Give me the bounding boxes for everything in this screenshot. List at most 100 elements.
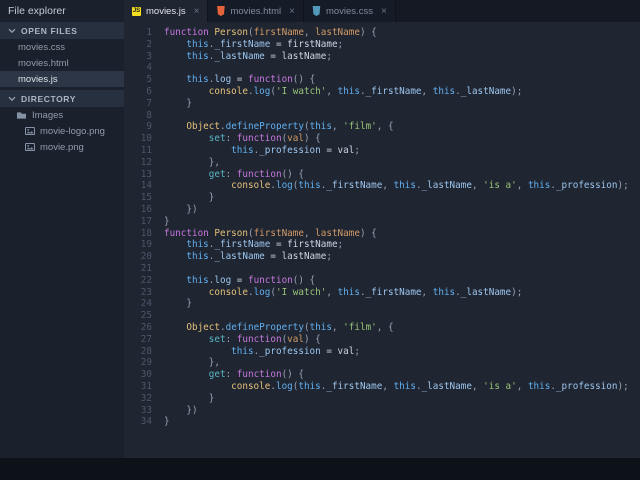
- line-content: this._profession = val;: [164, 346, 360, 358]
- item-label: movies.css: [18, 42, 65, 53]
- line-content: }): [164, 405, 198, 417]
- tab-movies-js[interactable]: JSmovies.js×: [124, 0, 208, 22]
- tree-item-images[interactable]: Images: [0, 107, 124, 123]
- editor-pane: JSmovies.js×movies.html×movies.css× 1fun…: [124, 0, 640, 458]
- line-number: 32: [124, 393, 164, 405]
- code-line[interactable]: 7 }: [124, 98, 640, 110]
- close-tab-icon[interactable]: ×: [194, 6, 200, 17]
- code-editor-app: File explorer OPEN FILES movies.css movies…: [0, 0, 640, 480]
- tree-item-movie-png[interactable]: movie.png: [0, 139, 124, 155]
- code-line[interactable]: 17}: [124, 216, 640, 228]
- line-number: 6: [124, 86, 164, 98]
- code-line[interactable]: 12 },: [124, 157, 640, 169]
- line-number: 30: [124, 369, 164, 381]
- code-line[interactable]: 8: [124, 110, 640, 122]
- line-number: 8: [124, 110, 164, 122]
- code-line[interactable]: 34}: [124, 416, 640, 428]
- line-number: 29: [124, 357, 164, 369]
- code-line[interactable]: 5 this.log = function() {: [124, 74, 640, 86]
- line-number: 24: [124, 298, 164, 310]
- code-line[interactable]: 16 }): [124, 204, 640, 216]
- line-number: 28: [124, 346, 164, 358]
- chevron-down-icon: [8, 96, 16, 102]
- code-line[interactable]: 30 get: function() {: [124, 369, 640, 381]
- code-line[interactable]: 10 set: function(val) {: [124, 133, 640, 145]
- css-file-icon: [312, 6, 321, 16]
- line-number: 34: [124, 416, 164, 428]
- code-line[interactable]: 26 Object.defineProperty(this, 'film', {: [124, 322, 640, 334]
- code-line[interactable]: 15 }: [124, 192, 640, 204]
- code-line[interactable]: 3 this._lastName = lastName;: [124, 51, 640, 63]
- code-line[interactable]: 24 }: [124, 298, 640, 310]
- line-content: this._lastName = lastName;: [164, 51, 332, 63]
- open-file-movies-js[interactable]: movies.js: [0, 71, 124, 87]
- code-line[interactable]: 4: [124, 62, 640, 74]
- line-number: 20: [124, 251, 164, 263]
- line-number: 15: [124, 192, 164, 204]
- line-content: set: function(val) {: [164, 133, 321, 145]
- code-line[interactable]: 27 set: function(val) {: [124, 334, 640, 346]
- line-number: 7: [124, 98, 164, 110]
- code-line[interactable]: 14 console.log(this._firstName, this._la…: [124, 180, 640, 192]
- code-line[interactable]: 9 Object.defineProperty(this, 'film', {: [124, 121, 640, 133]
- bottom-panel: [0, 458, 640, 480]
- code-line[interactable]: 22 this.log = function() {: [124, 275, 640, 287]
- tab-bar: JSmovies.js×movies.html×movies.css×: [124, 0, 640, 22]
- code-line[interactable]: 19 this._firstName = firstName;: [124, 239, 640, 251]
- file-explorer-title: File explorer: [0, 0, 124, 22]
- close-tab-icon[interactable]: ×: [289, 6, 295, 17]
- code-line[interactable]: 29 },: [124, 357, 640, 369]
- item-label: movies.html: [18, 58, 69, 69]
- line-content: Object.defineProperty(this, 'film', {: [164, 121, 394, 133]
- code-line[interactable]: 1function Person(firstName, lastName) {: [124, 27, 640, 39]
- line-number: 19: [124, 239, 164, 251]
- sidebar-section-directory: DIRECTORY Images movie-logo.pngmovie.png: [0, 90, 124, 155]
- code-line[interactable]: 25: [124, 310, 640, 322]
- code-line[interactable]: 6 console.log('I watch', this._firstName…: [124, 86, 640, 98]
- line-content: }): [164, 204, 198, 216]
- section-header-directory[interactable]: DIRECTORY: [0, 90, 124, 107]
- line-number: 4: [124, 62, 164, 74]
- sidebar-sections: OPEN FILES movies.css movies.html movies.js…: [0, 22, 124, 155]
- line-number: 11: [124, 145, 164, 157]
- code-line[interactable]: 33 }): [124, 405, 640, 417]
- line-content: this._lastName = lastName;: [164, 251, 332, 263]
- open-file-movies-html[interactable]: movies.html: [0, 55, 124, 71]
- section-label: DIRECTORY: [21, 94, 76, 104]
- code-area: 1function Person(firstName, lastName) {2…: [124, 27, 640, 428]
- code-line[interactable]: 2 this._firstName = firstName;: [124, 39, 640, 51]
- section-header-open-files[interactable]: OPEN FILES: [0, 22, 124, 39]
- close-tab-icon[interactable]: ×: [381, 6, 387, 17]
- line-content: get: function() {: [164, 169, 304, 181]
- line-content: Object.defineProperty(this, 'film', {: [164, 322, 394, 334]
- line-number: 33: [124, 405, 164, 417]
- section-label: OPEN FILES: [21, 26, 78, 36]
- line-content: console.log('I watch', this._firstName, …: [164, 287, 522, 299]
- item-label: movies.js: [18, 74, 58, 85]
- code-line[interactable]: 11 this._profession = val;: [124, 145, 640, 157]
- code-line[interactable]: 23 console.log('I watch', this._firstNam…: [124, 287, 640, 299]
- js-file-icon: JS: [132, 7, 141, 16]
- line-content: }: [164, 416, 170, 428]
- code-line[interactable]: 21: [124, 263, 640, 275]
- code-line[interactable]: 32 }: [124, 393, 640, 405]
- code-line[interactable]: 20 this._lastName = lastName;: [124, 251, 640, 263]
- tab-movies-css[interactable]: movies.css×: [304, 0, 396, 22]
- tab-movies-html[interactable]: movies.html×: [208, 0, 304, 22]
- item-label: Images: [32, 110, 63, 121]
- line-number: 26: [124, 322, 164, 334]
- tree-item-movie-logo-png[interactable]: movie-logo.png: [0, 123, 124, 139]
- line-content: function Person(firstName, lastName) {: [164, 228, 377, 240]
- line-content: this._firstName = firstName;: [164, 239, 343, 251]
- line-content: console.log(this._firstName, this._lastN…: [164, 381, 629, 393]
- code-editor[interactable]: 1function Person(firstName, lastName) {2…: [124, 22, 640, 458]
- open-file-movies-css[interactable]: movies.css: [0, 39, 124, 55]
- line-content: function Person(firstName, lastName) {: [164, 27, 377, 39]
- code-line[interactable]: 31 console.log(this._firstName, this._la…: [124, 381, 640, 393]
- line-number: 21: [124, 263, 164, 275]
- code-line[interactable]: 28 this._profession = val;: [124, 346, 640, 358]
- sidebar-section-open-files: OPEN FILES movies.css movies.html movies.js: [0, 22, 124, 87]
- code-line[interactable]: 13 get: function() {: [124, 169, 640, 181]
- code-line[interactable]: 18function Person(firstName, lastName) {: [124, 228, 640, 240]
- line-number: 31: [124, 381, 164, 393]
